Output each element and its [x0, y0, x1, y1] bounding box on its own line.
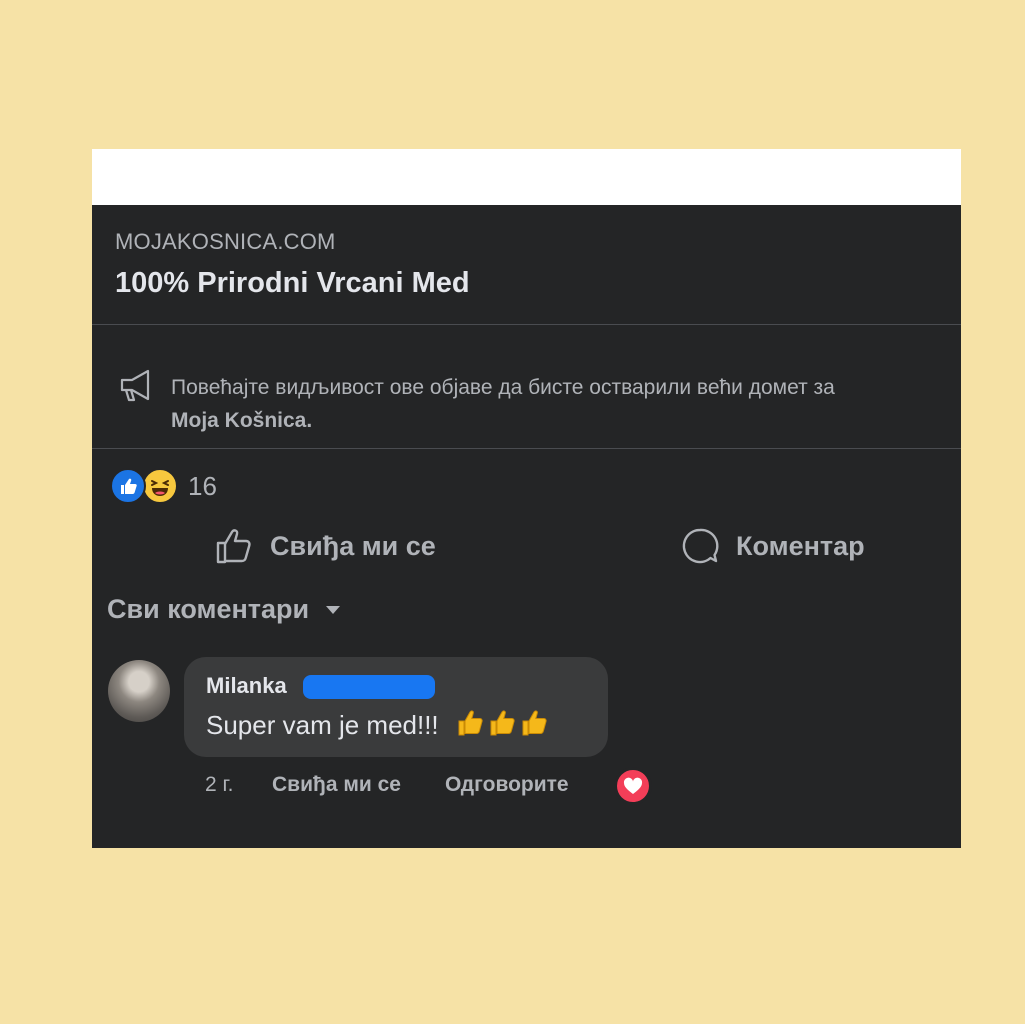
comment-timestamp[interactable]: 2 г.	[205, 773, 233, 803]
thumbs-up-emoji-row	[456, 708, 552, 745]
promo-message: Повећајте видљивост ове објаве да бисте …	[171, 376, 835, 399]
promo-page-name[interactable]: Moja Košnica.	[171, 404, 312, 437]
link-domain[interactable]: MOJAKOSNICA.COM	[115, 229, 336, 255]
comment-button-label: Коментар	[736, 530, 865, 561]
link-title[interactable]: 100% Prirodni Vrcani Med	[115, 267, 470, 300]
chevron-down-icon	[326, 605, 341, 614]
comment-reply-link[interactable]: Одговорите	[445, 773, 569, 803]
comments-filter-label: Сви коментари	[107, 594, 310, 624]
like-reaction-icon	[110, 468, 146, 504]
comment-author[interactable]: Milanka	[206, 673, 287, 699]
love-reaction-icon[interactable]	[614, 767, 652, 805]
comment-bubble-icon	[682, 528, 719, 564]
redacted-surname	[303, 675, 435, 699]
like-button[interactable]: Свиђа ми се	[214, 523, 436, 569]
comment-body: Super vam je med!!!	[206, 710, 439, 740]
comment-button[interactable]: Коментар	[680, 523, 865, 569]
megaphone-icon	[120, 369, 150, 402]
comment-text: Super vam je med!!!	[206, 708, 552, 745]
comment-bubble: Milanka Super vam je med!!!	[184, 657, 608, 757]
divider	[92, 324, 961, 325]
top-white-strip	[92, 149, 961, 205]
thumbs-up-icon	[216, 529, 251, 564]
reactions-summary[interactable]: 16	[110, 467, 217, 505]
facebook-post-card: MOJAKOSNICA.COM 100% Prirodni Vrcani Med…	[92, 149, 961, 848]
haha-reaction-icon	[142, 468, 178, 504]
divider	[92, 448, 961, 449]
avatar[interactable]	[108, 660, 170, 722]
comments-filter-dropdown[interactable]: Сви коментари	[107, 594, 343, 625]
comment-like-link[interactable]: Свиђа ми се	[272, 773, 401, 803]
reaction-count: 16	[188, 470, 217, 501]
like-button-label: Свиђа ми се	[270, 530, 436, 561]
